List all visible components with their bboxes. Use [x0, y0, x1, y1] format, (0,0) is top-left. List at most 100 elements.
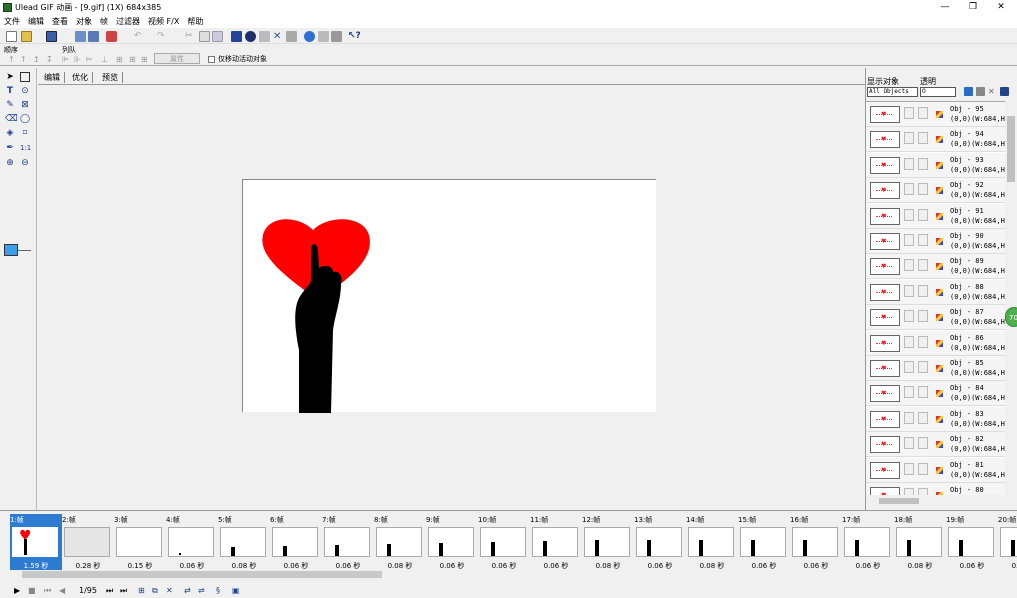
web-icon[interactable] [304, 31, 315, 42]
copy-frame-icon[interactable]: ⧉ [152, 586, 158, 596]
object-row[interactable]: ♥ Obj - 82 (0,0)(W:684,H: [866, 432, 1005, 458]
menu-frame[interactable]: 帧 [96, 15, 112, 27]
frame-cell[interactable]: 2:帧 0.28 秒 [62, 514, 114, 570]
redo-icon[interactable]: ↷ [157, 31, 168, 42]
properties-button[interactable]: 属性 [154, 53, 200, 64]
close-button[interactable]: ✕ [985, 0, 1017, 15]
lock-toggle[interactable] [918, 284, 928, 297]
menu-help[interactable]: 帮助 [183, 15, 207, 27]
ellipse-tool-icon[interactable]: ◯ [20, 114, 30, 124]
align-middle-icon[interactable]: ⊞ [116, 56, 125, 64]
object-row[interactable]: ♥ Obj - 94 (0,0)(W:684,H: [866, 127, 1005, 153]
lock-toggle[interactable] [918, 361, 928, 373]
visible-toggle[interactable] [904, 462, 914, 475]
text-frame-icon[interactable]: § [216, 586, 220, 596]
frame-cell[interactable]: 6:帧 0.06 秒 [270, 514, 322, 570]
frame-cell[interactable]: 20:帧0.06 秒 [998, 514, 1017, 570]
lock-toggle[interactable] [918, 310, 928, 323]
object-row[interactable]: ♥ Obj - 80(0,0)(W:684,H: [866, 483, 1005, 495]
export-icon[interactable] [88, 31, 99, 42]
object-row[interactable]: ♥ Obj - 86 (0,0)(W:684,H: [866, 330, 1005, 356]
send-back-icon[interactable]: ↧ [46, 56, 55, 64]
last-frame-icon[interactable]: ⏭ [120, 586, 127, 596]
lock-toggle[interactable] [918, 208, 928, 221]
frame-cell[interactable]: 13:帧 0.06 秒 [634, 514, 686, 570]
lock-toggle[interactable] [918, 183, 928, 196]
select-tool-icon[interactable] [20, 72, 30, 82]
paste-icon[interactable] [212, 31, 223, 42]
frame-cell[interactable]: 1:帧 ♥ 1.59 秒 [10, 514, 62, 570]
align-right-icon[interactable]: ⊨ [86, 56, 95, 64]
object-row[interactable]: ♥ Obj - 92 (0,0)(W:684,H: [866, 178, 1005, 204]
new-object-icon[interactable] [964, 87, 973, 96]
frame-cell[interactable]: 16:帧 0.06 秒 [790, 514, 842, 570]
tab-preview[interactable]: 预览 [98, 72, 123, 83]
visible-toggle[interactable] [904, 335, 914, 348]
frame-cell[interactable]: 7:帧 0.06 秒 [322, 514, 374, 570]
frame-cell[interactable]: 5:帧 0.08 秒 [218, 514, 270, 570]
frame-cell[interactable]: 14:帧 0.08 秒 [686, 514, 738, 570]
lock-toggle[interactable] [918, 386, 928, 399]
align-top-icon[interactable]: ⊥ [101, 56, 110, 64]
next-frame-icon[interactable]: ⏭ [106, 586, 113, 596]
lock-toggle[interactable] [918, 157, 928, 170]
object-properties-icon[interactable] [1000, 87, 1009, 96]
hscroll-thumb[interactable] [879, 498, 919, 504]
new-icon[interactable] [6, 31, 17, 42]
distribute-icon[interactable]: ⊞ [141, 56, 150, 64]
delete-object-icon[interactable]: ✕ [988, 87, 997, 96]
lock-toggle[interactable] [918, 488, 928, 495]
object-row[interactable]: ♥ Obj - 87 (0,0)(W:684,H: [866, 305, 1005, 331]
frame-cell[interactable]: 10:帧 0.06 秒 [478, 514, 530, 570]
undo-icon[interactable]: ↶ [134, 31, 145, 42]
bring-front-icon[interactable]: ↑ [8, 56, 17, 64]
crop-tool-icon[interactable]: ⌗ [20, 128, 30, 138]
text-tool-icon[interactable]: T [5, 86, 15, 96]
object-filter-select[interactable]: All Objects [867, 87, 918, 97]
object-row[interactable]: ♥ Obj - 88 (0,0)(W:684,H: [866, 279, 1005, 305]
frame-scrollbar[interactable] [12, 570, 1004, 579]
zoom-out-icon[interactable]: ⊖ [20, 158, 30, 168]
duplicate-object-icon[interactable] [976, 87, 985, 96]
visible-toggle[interactable] [904, 284, 914, 297]
reverse-icon[interactable]: ⇌ [198, 586, 205, 596]
delete-icon[interactable]: ✕ [273, 31, 284, 42]
frame-add-icon[interactable] [231, 31, 242, 42]
menu-video-fx[interactable]: 视频 F/X [144, 15, 183, 27]
copy-icon[interactable] [199, 31, 210, 42]
wizard-icon[interactable] [106, 31, 117, 42]
prev-frame-icon[interactable]: ◀ [59, 586, 65, 596]
visible-toggle[interactable] [904, 208, 914, 221]
tween-icon[interactable]: ⇄ [184, 586, 191, 596]
only-move-active-checkbox[interactable]: 仅移动活动对象 [208, 54, 267, 64]
object-row[interactable]: ♥ Obj - 89 (0,0)(W:684,H: [866, 254, 1005, 280]
visible-toggle[interactable] [904, 183, 914, 196]
object-list-scrollbar[interactable] [1005, 101, 1017, 495]
visible-toggle[interactable] [904, 488, 914, 495]
frame-cell[interactable]: 4:帧 0.06 秒 [166, 514, 218, 570]
frame-cell[interactable]: 8:帧 0.08 秒 [374, 514, 426, 570]
bring-forward-icon[interactable]: ↑ [20, 56, 29, 64]
menu-edit[interactable]: 编辑 [24, 15, 48, 27]
lock-toggle[interactable] [918, 107, 928, 119]
stop-icon[interactable]: ■ [28, 586, 36, 596]
lock-toggle[interactable] [918, 437, 928, 450]
visible-toggle[interactable] [904, 386, 914, 399]
add-frame-icon[interactable]: ⊞ [138, 586, 145, 596]
foreground-color-swatch[interactable] [4, 244, 18, 256]
frame-cell[interactable]: 18:帧 0.08 秒 [894, 514, 946, 570]
brush-tool-icon[interactable]: ✎ [5, 100, 15, 110]
visible-toggle[interactable] [904, 411, 914, 424]
frame-cell[interactable]: 11:帧 0.06 秒 [530, 514, 582, 570]
object-row[interactable]: ♥ Obj - 95 (0,0)(W:684,H: [866, 102, 1005, 127]
import-icon[interactable] [75, 31, 86, 42]
lock-toggle[interactable] [918, 259, 928, 272]
optimize-icon[interactable] [318, 31, 329, 42]
visible-toggle[interactable] [904, 157, 914, 170]
lock-toggle[interactable] [918, 335, 928, 348]
object-row[interactable]: ♥ Obj - 85 (0,0)(W:684,H: [866, 356, 1005, 381]
frame-scroll-thumb[interactable] [22, 571, 382, 578]
visible-toggle[interactable] [904, 132, 914, 145]
menu-view[interactable]: 查看 [48, 15, 72, 27]
frame-properties-icon[interactable]: ▣ [232, 586, 240, 596]
